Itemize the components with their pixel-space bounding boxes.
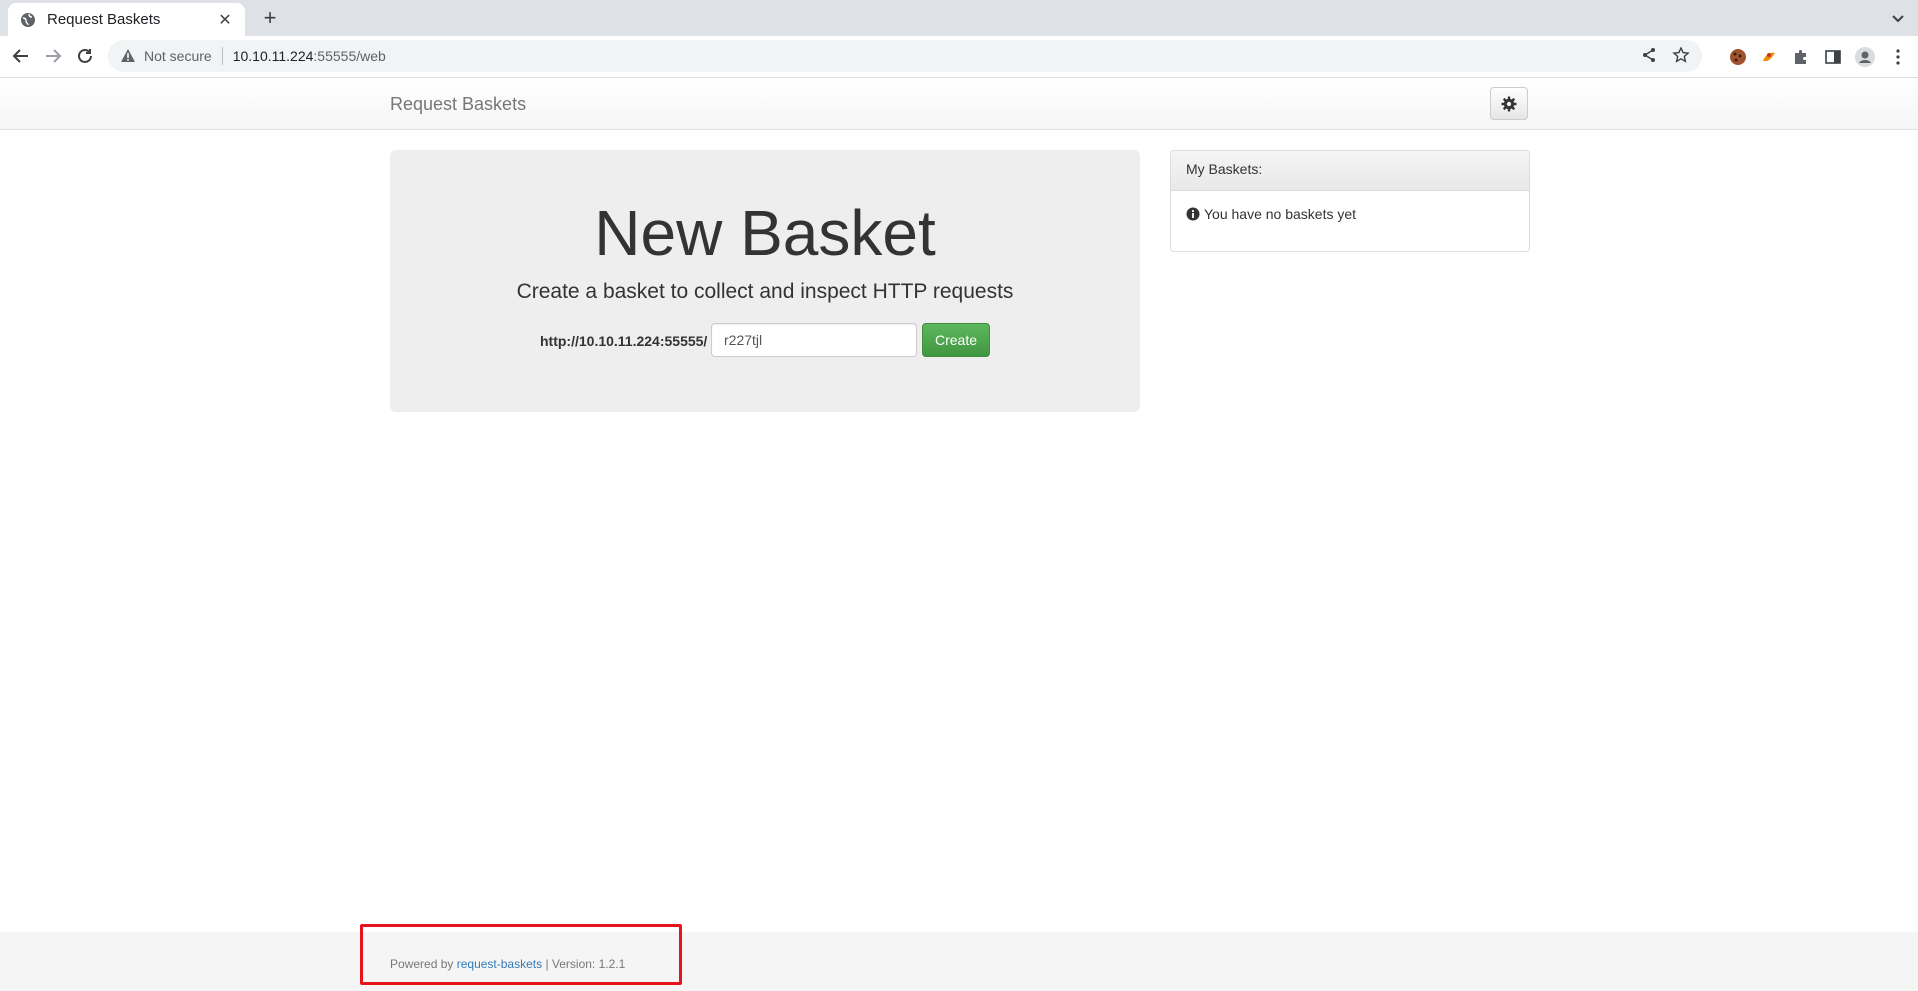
- base-url-label: http://10.10.11.224:55555/: [540, 333, 708, 349]
- page-title: New Basket: [594, 197, 936, 269]
- forward-icon[interactable]: [41, 44, 65, 68]
- highlight-box: [360, 924, 682, 985]
- info-circle-icon: [1186, 207, 1200, 221]
- close-icon[interactable]: ✕: [217, 10, 233, 30]
- app-navbar: Request Baskets: [0, 78, 1918, 130]
- panel-heading: My Baskets:: [1171, 151, 1529, 191]
- warning-icon[interactable]: [120, 48, 136, 64]
- url-host: 10.10.11.224: [232, 48, 314, 64]
- create-basket-form: http://10.10.11.224:55555/ Create: [540, 323, 990, 359]
- globe-icon: [20, 12, 36, 28]
- address-bar[interactable]: Not secure 10.10.11.224:55555/web: [108, 40, 1702, 72]
- gear-icon: [1501, 96, 1517, 112]
- tab-title: Request Baskets: [47, 11, 161, 28]
- bookmark-star-icon[interactable]: [1672, 46, 1690, 64]
- settings-button[interactable]: [1490, 87, 1528, 120]
- back-icon[interactable]: [9, 44, 33, 68]
- side-panel-icon[interactable]: [1823, 47, 1843, 67]
- new-basket-card: New Basket Create a basket to collect an…: [390, 150, 1140, 412]
- browser-tab-strip: Request Baskets ✕ +: [0, 0, 1918, 36]
- kebab-menu-icon[interactable]: [1888, 47, 1908, 67]
- reload-icon[interactable]: [73, 44, 97, 68]
- new-tab-icon[interactable]: +: [258, 6, 282, 30]
- basket-name-input[interactable]: [711, 323, 917, 357]
- my-baskets-panel: My Baskets: You have no baskets yet: [1170, 150, 1530, 252]
- page-subtitle: Create a basket to collect and inspect H…: [516, 280, 1014, 303]
- browser-tab[interactable]: Request Baskets ✕: [8, 3, 245, 36]
- profile-icon[interactable]: [1855, 47, 1875, 67]
- omnibox-divider: [221, 47, 223, 65]
- empty-baskets-text: You have no baskets yet: [1204, 206, 1357, 222]
- browser-toolbar: Not secure 10.10.11.224:55555/web: [0, 36, 1918, 78]
- security-label[interactable]: Not secure: [144, 48, 212, 64]
- footer: Powered by request-baskets | Version: 1.…: [0, 932, 1918, 991]
- puzzle-icon[interactable]: [1791, 47, 1811, 67]
- panel-body: You have no baskets yet: [1171, 191, 1529, 237]
- app-brand[interactable]: Request Baskets: [390, 94, 526, 115]
- create-button[interactable]: Create: [922, 323, 990, 357]
- url-path: :55555/web: [313, 48, 386, 64]
- share-icon[interactable]: [1640, 46, 1658, 64]
- cookie-extension-icon[interactable]: [1728, 47, 1748, 67]
- tab-search-icon[interactable]: [1888, 8, 1908, 28]
- extension-icon[interactable]: [1759, 47, 1779, 67]
